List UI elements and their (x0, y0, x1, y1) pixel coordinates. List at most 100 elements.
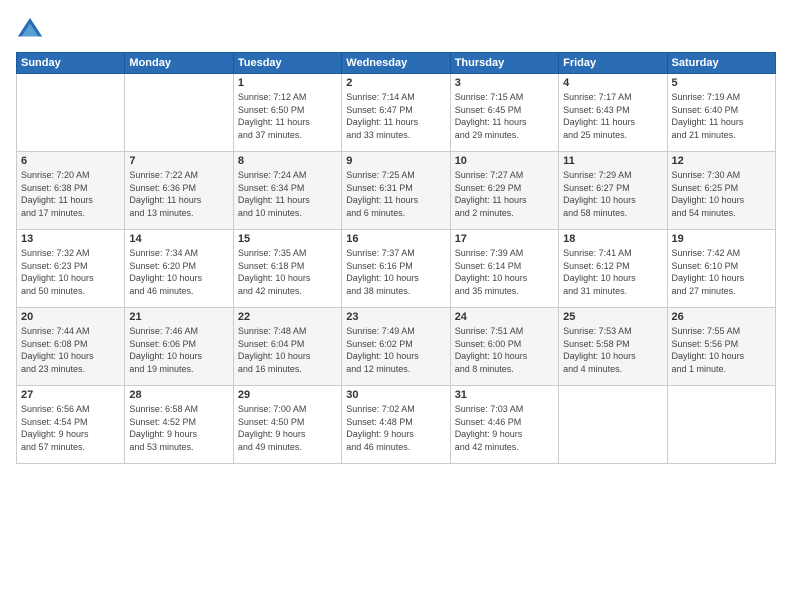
calendar-cell: 10 Sunrise: 7:27 AMSunset: 6:29 PMDayligh… (450, 152, 558, 230)
day-number: 19 (672, 233, 771, 245)
day-detail: Sunrise: 7:44 AMSunset: 6:08 PMDaylight:… (21, 325, 120, 375)
day-number: 15 (238, 233, 337, 245)
calendar-cell: 3Sunrise: 7:15 AMSunset: 6:45 PMDaylight… (450, 74, 558, 152)
calendar-cell: 29 Sunrise: 7:00 AMSunset: 4:50 PMDayligh… (233, 386, 341, 464)
calendar-week-row: 6 Sunrise: 7:20 AMSunset: 6:38 PMDaylight… (17, 152, 776, 230)
day-detail: Sunrise: 7:20 AMSunset: 6:38 PMDaylight:… (21, 169, 120, 219)
calendar-cell: 13 Sunrise: 7:32 AMSunset: 6:23 PMDayligh… (17, 230, 125, 308)
logo-icon (16, 16, 44, 44)
calendar-cell: 16 Sunrise: 7:37 AMSunset: 6:16 PMDayligh… (342, 230, 450, 308)
day-number: 20 (21, 311, 120, 323)
day-detail: Sunrise: 7:51 AMSunset: 6:00 PMDaylight:… (455, 325, 554, 375)
header-sunday: Sunday (17, 53, 125, 74)
day-detail: Sunrise: 7:00 AMSunset: 4:50 PMDaylight:… (238, 403, 337, 453)
day-detail: Sunrise: 7:34 AMSunset: 6:20 PMDaylight:… (129, 247, 228, 297)
day-detail: Sunrise: 7:53 AMSunset: 5:58 PMDaylight:… (563, 325, 662, 375)
calendar-cell: 5 Sunrise: 7:19 AMSunset: 6:40 PMDaylight… (667, 74, 775, 152)
day-detail: Sunrise: 7:29 AMSunset: 6:27 PMDaylight:… (563, 169, 662, 219)
day-detail: Sunrise: 7:46 AMSunset: 6:06 PMDaylight:… (129, 325, 228, 375)
day-number: 1 (238, 77, 337, 89)
header-thursday: Thursday (450, 53, 558, 74)
day-detail: Sunrise: 7:32 AMSunset: 6:23 PMDaylight:… (21, 247, 120, 297)
calendar-cell: 28 Sunrise: 6:58 AMSunset: 4:52 PMDayligh… (125, 386, 233, 464)
calendar-cell: 20 Sunrise: 7:44 AMSunset: 6:08 PMDayligh… (17, 308, 125, 386)
calendar-cell: 12 Sunrise: 7:30 AMSunset: 6:25 PMDayligh… (667, 152, 775, 230)
day-detail: Sunrise: 7:30 AMSunset: 6:25 PMDaylight:… (672, 169, 771, 219)
calendar-cell (125, 74, 233, 152)
day-number: 6 (21, 155, 120, 167)
day-detail: Sunrise: 7:35 AMSunset: 6:18 PMDaylight:… (238, 247, 337, 297)
calendar-cell: 4Sunrise: 7:17 AMSunset: 6:43 PMDaylight… (559, 74, 667, 152)
day-number: 18 (563, 233, 662, 245)
header (16, 16, 776, 44)
calendar-cell: 27 Sunrise: 6:56 AMSunset: 4:54 PMDayligh… (17, 386, 125, 464)
day-detail: Sunrise: 7:02 AMSunset: 4:48 PMDaylight:… (346, 403, 445, 453)
day-number: 14 (129, 233, 228, 245)
calendar-cell: 15 Sunrise: 7:35 AMSunset: 6:18 PMDayligh… (233, 230, 341, 308)
day-number: 22 (238, 311, 337, 323)
day-detail: Sunrise: 7:03 AMSunset: 4:46 PMDaylight:… (455, 403, 554, 453)
calendar-cell: 25Sunrise: 7:53 AMSunset: 5:58 PMDayligh… (559, 308, 667, 386)
calendar-week-row: 1 Sunrise: 7:12 AMSunset: 6:50 PMDaylight… (17, 74, 776, 152)
day-detail: Sunrise: 7:48 AMSunset: 6:04 PMDaylight:… (238, 325, 337, 375)
day-detail: Sunrise: 7:39 AMSunset: 6:14 PMDaylight:… (455, 247, 554, 297)
page: SundayMondayTuesdayWednesdayThursdayFrid… (0, 0, 792, 612)
day-number: 16 (346, 233, 445, 245)
day-detail: Sunrise: 6:58 AMSunset: 4:52 PMDaylight:… (129, 403, 228, 453)
day-detail: Sunrise: 7:25 AMSunset: 6:31 PMDaylight:… (346, 169, 445, 219)
day-detail: Sunrise: 7:12 AMSunset: 6:50 PMDaylight:… (238, 91, 337, 141)
calendar-cell: 18 Sunrise: 7:41 AMSunset: 6:12 PMDayligh… (559, 230, 667, 308)
calendar-cell (17, 74, 125, 152)
calendar-cell: 14 Sunrise: 7:34 AMSunset: 6:20 PMDayligh… (125, 230, 233, 308)
calendar-cell: 23Sunrise: 7:49 AMSunset: 6:02 PMDayligh… (342, 308, 450, 386)
day-number: 9 (346, 155, 445, 167)
calendar-cell: 6 Sunrise: 7:20 AMSunset: 6:38 PMDaylight… (17, 152, 125, 230)
calendar-cell: 2 Sunrise: 7:14 AMSunset: 6:47 PMDaylight… (342, 74, 450, 152)
day-number: 10 (455, 155, 554, 167)
day-detail: Sunrise: 7:37 AMSunset: 6:16 PMDaylight:… (346, 247, 445, 297)
day-detail: Sunrise: 6:56 AMSunset: 4:54 PMDaylight:… (21, 403, 120, 453)
logo (16, 16, 48, 44)
header-friday: Friday (559, 53, 667, 74)
day-number: 13 (21, 233, 120, 245)
day-detail: Sunrise: 7:49 AMSunset: 6:02 PMDaylight:… (346, 325, 445, 375)
calendar-cell: 19Sunrise: 7:42 AMSunset: 6:10 PMDayligh… (667, 230, 775, 308)
header-saturday: Saturday (667, 53, 775, 74)
day-number: 31 (455, 389, 554, 401)
calendar-header-row: SundayMondayTuesdayWednesdayThursdayFrid… (17, 53, 776, 74)
calendar-cell: 26 Sunrise: 7:55 AMSunset: 5:56 PMDayligh… (667, 308, 775, 386)
day-number: 8 (238, 155, 337, 167)
day-number: 7 (129, 155, 228, 167)
day-number: 5 (672, 77, 771, 89)
calendar-cell (559, 386, 667, 464)
calendar-week-row: 13 Sunrise: 7:32 AMSunset: 6:23 PMDayligh… (17, 230, 776, 308)
calendar-cell: 24 Sunrise: 7:51 AMSunset: 6:00 PMDayligh… (450, 308, 558, 386)
day-number: 21 (129, 311, 228, 323)
day-detail: Sunrise: 7:41 AMSunset: 6:12 PMDaylight:… (563, 247, 662, 297)
day-number: 11 (563, 155, 662, 167)
header-tuesday: Tuesday (233, 53, 341, 74)
day-number: 28 (129, 389, 228, 401)
day-number: 2 (346, 77, 445, 89)
calendar-cell: 31 Sunrise: 7:03 AMSunset: 4:46 PMDayligh… (450, 386, 558, 464)
calendar-cell: 1 Sunrise: 7:12 AMSunset: 6:50 PMDaylight… (233, 74, 341, 152)
calendar-cell: 7Sunrise: 7:22 AMSunset: 6:36 PMDaylight… (125, 152, 233, 230)
day-number: 24 (455, 311, 554, 323)
day-number: 26 (672, 311, 771, 323)
day-detail: Sunrise: 7:14 AMSunset: 6:47 PMDaylight:… (346, 91, 445, 141)
day-detail: Sunrise: 7:55 AMSunset: 5:56 PMDaylight:… (672, 325, 771, 375)
day-number: 29 (238, 389, 337, 401)
day-number: 27 (21, 389, 120, 401)
day-detail: Sunrise: 7:19 AMSunset: 6:40 PMDaylight:… (672, 91, 771, 141)
day-detail: Sunrise: 7:27 AMSunset: 6:29 PMDaylight:… (455, 169, 554, 219)
day-number: 12 (672, 155, 771, 167)
calendar-week-row: 20 Sunrise: 7:44 AMSunset: 6:08 PMDayligh… (17, 308, 776, 386)
header-wednesday: Wednesday (342, 53, 450, 74)
day-detail: Sunrise: 7:17 AMSunset: 6:43 PMDaylight:… (563, 91, 662, 141)
calendar-week-row: 27 Sunrise: 6:56 AMSunset: 4:54 PMDayligh… (17, 386, 776, 464)
header-monday: Monday (125, 53, 233, 74)
day-number: 30 (346, 389, 445, 401)
day-detail: Sunrise: 7:15 AMSunset: 6:45 PMDaylight:… (455, 91, 554, 141)
calendar-cell: 11 Sunrise: 7:29 AMSunset: 6:27 PMDayligh… (559, 152, 667, 230)
day-number: 17 (455, 233, 554, 245)
